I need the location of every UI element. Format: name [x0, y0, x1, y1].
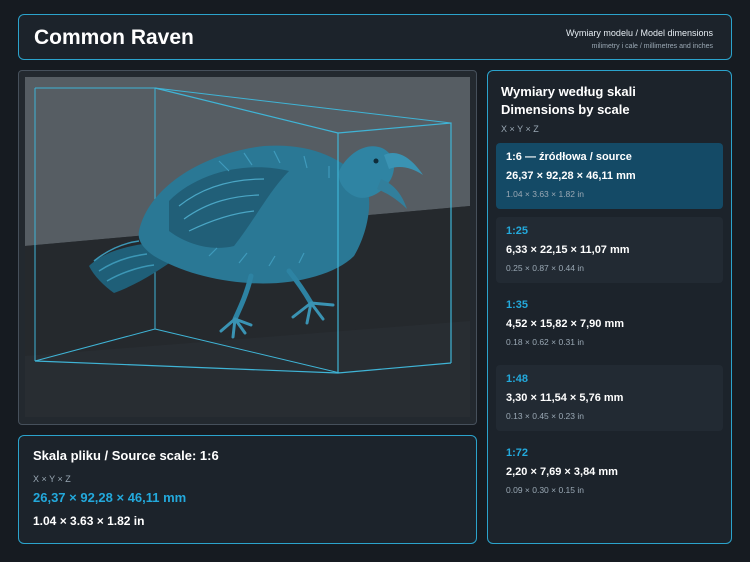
page-title: Common Raven — [34, 26, 194, 49]
scale-row-1-72[interactable]: 1:72 2,20 × 7,69 × 3,84 mm 0.09 × 0.30 ×… — [496, 439, 723, 505]
scales-panel: Wymiary według skali Dimensions by scale… — [487, 70, 732, 544]
units-note: milimetry i cale / millimetres and inche… — [591, 43, 713, 50]
scale-dimensions-mm: 3,30 × 11,54 × 5,76 mm — [506, 392, 624, 404]
source-dimensions-inches: 1.04 × 3.63 × 1.82 in — [33, 514, 145, 528]
scale-row-1-48[interactable]: 1:48 3,30 × 11,54 × 5,76 mm 0.13 × 0.45 … — [496, 365, 723, 431]
scale-row-1-6[interactable]: 1:6 — źródłowa / source 26,37 × 92,28 × … — [496, 143, 723, 209]
source-scale-panel: Skala pliku / Source scale: 1:6 X × Y × … — [18, 435, 477, 544]
scale-dimensions-inches: 0.25 × 0.87 × 0.44 in — [506, 263, 584, 273]
scale-label: 1:25 — [506, 225, 529, 237]
scale-dimensions-mm: 4,52 × 15,82 × 7,90 mm — [506, 318, 625, 330]
scale-label: 1:6 — źródłowa / source — [506, 151, 632, 163]
header-subtitle: Wymiary modelu / Model dimensions — [566, 28, 713, 38]
source-dimensions-mm: 26,37 × 92,28 × 46,11 mm — [33, 490, 187, 505]
scale-dimensions-inches: 0.13 × 0.45 × 0.23 in — [506, 411, 584, 421]
header-bar: Common Raven Wymiary modelu / Model dime… — [18, 14, 732, 60]
scale-dimensions-mm: 26,37 × 92,28 × 46,11 mm — [506, 170, 636, 182]
scale-dimensions-inches: 0.18 × 0.62 × 0.31 in — [506, 337, 584, 347]
scales-axis-label: X × Y × Z — [501, 124, 539, 134]
scale-label: 1:72 — [506, 447, 529, 459]
model-render — [25, 77, 470, 417]
scale-dimensions-inches: 1.04 × 3.63 × 1.82 in — [506, 189, 584, 199]
scale-row-1-35[interactable]: 1:35 4,52 × 15,82 × 7,90 mm 0.18 × 0.62 … — [496, 291, 723, 357]
scale-dimensions-mm: 6,33 × 22,15 × 11,07 mm — [506, 244, 630, 256]
scales-title-en: Dimensions by scale — [501, 102, 630, 117]
scale-dimensions-mm: 2,20 × 7,69 × 3,84 mm — [506, 466, 618, 478]
scale-row-1-25[interactable]: 1:25 6,33 × 22,15 × 11,07 mm 0.25 × 0.87… — [496, 217, 723, 283]
source-scale-title: Skala pliku / Source scale: 1:6 — [33, 448, 219, 463]
source-axis-label: X × Y × Z — [33, 474, 71, 484]
scale-label: 1:48 — [506, 373, 529, 385]
scale-dimensions-inches: 0.09 × 0.30 × 0.15 in — [506, 485, 584, 495]
scale-label: 1:35 — [506, 299, 529, 311]
model-viewport[interactable] — [18, 70, 477, 425]
scales-title-pl: Wymiary według skali — [501, 84, 636, 99]
